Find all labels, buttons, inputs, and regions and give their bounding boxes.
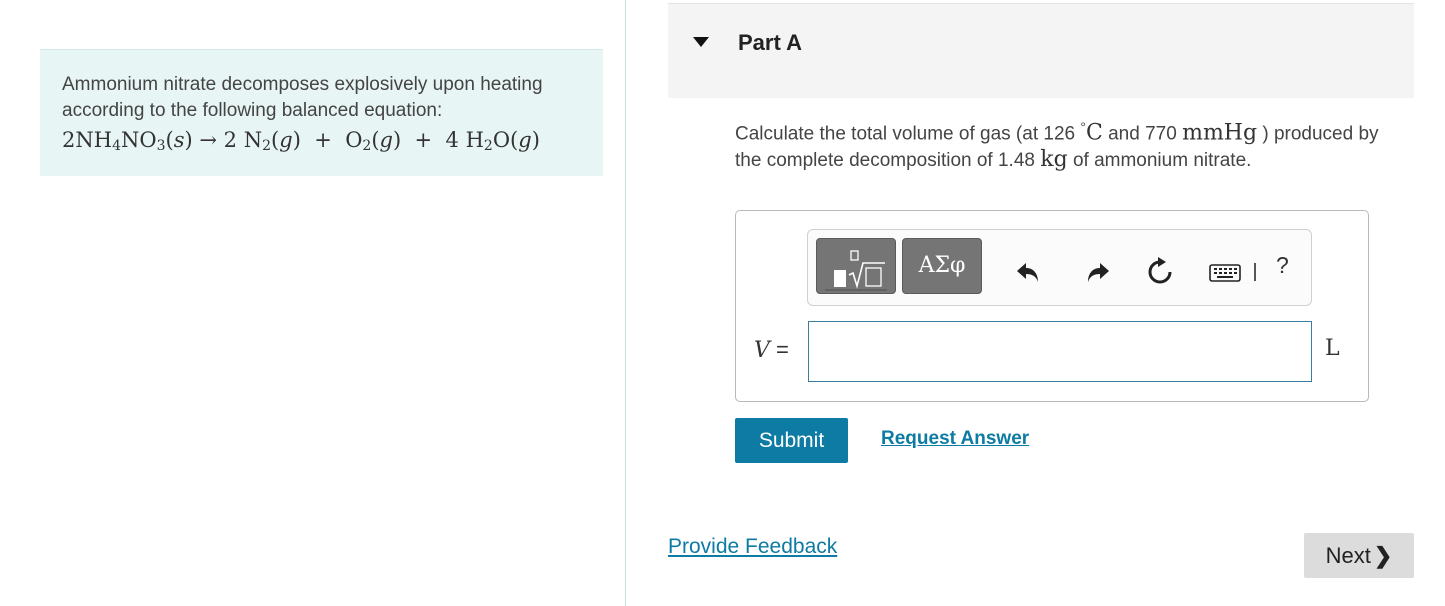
- question-text: Calculate the total volume of gas (at 12…: [735, 114, 1395, 174]
- question-fragment: of ammonium nitrate.: [1067, 150, 1252, 172]
- submit-button[interactable]: Submit: [735, 418, 848, 463]
- next-label: Next: [1325, 542, 1371, 568]
- keyboard-icon[interactable]: [1206, 256, 1246, 288]
- templates-button[interactable]: [816, 238, 896, 294]
- variable-label: V =: [754, 337, 789, 363]
- eq-coef: 4: [445, 128, 459, 152]
- eq-state: s: [173, 128, 185, 152]
- unit-label: L: [1325, 336, 1340, 361]
- problem-intro: Ammonium nitrate decomposes explosively …: [40, 49, 603, 176]
- help-button[interactable]: ?: [1276, 252, 1289, 279]
- balanced-equation: 2NH4NO3(s) → 2 N2(g) + O2(g) + 4 H2O(g): [62, 128, 540, 154]
- variable-symbol: V: [754, 338, 770, 363]
- question-fragment: Calculate the total volume of gas (at 12…: [735, 123, 1081, 145]
- collapse-caret-icon[interactable]: [693, 37, 709, 47]
- pressure-unit: mmHg: [1182, 120, 1258, 146]
- eq-plus: +: [314, 128, 332, 152]
- eq-text: O: [345, 128, 363, 152]
- eq-text: N: [243, 128, 263, 152]
- provide-feedback-link[interactable]: Provide Feedback: [668, 535, 837, 559]
- eq-state: g: [279, 128, 293, 152]
- eq-coef: 2: [62, 128, 76, 152]
- math-toolbar: ΑΣφ ?: [807, 229, 1312, 306]
- reset-icon[interactable]: [1144, 256, 1176, 288]
- eq-sub: 3: [156, 138, 166, 154]
- eq-text: H: [465, 128, 484, 152]
- part-title: Part A: [738, 30, 802, 55]
- eq-sub: 2: [362, 138, 372, 154]
- panel-divider: [625, 0, 626, 606]
- template-square-icon: [834, 270, 846, 287]
- chevron-right-icon: ❯: [1373, 542, 1393, 568]
- eq-text: NO: [121, 128, 157, 152]
- eq-sub: 2: [483, 138, 493, 154]
- eq-state: g: [379, 128, 393, 152]
- greek-label: ΑΣφ: [918, 253, 966, 278]
- answer-input[interactable]: [808, 321, 1312, 382]
- intro-text: Ammonium nitrate decomposes explosively …: [62, 74, 543, 121]
- question-fragment: and 770: [1102, 123, 1183, 145]
- eq-sub: 4: [112, 138, 121, 154]
- eq-sub: 2: [262, 138, 272, 154]
- eq-state: g: [518, 128, 532, 152]
- eq-arrow: →: [199, 128, 217, 152]
- request-answer-link[interactable]: Request Answer: [881, 428, 1029, 450]
- greek-symbols-button[interactable]: ΑΣφ: [902, 238, 982, 294]
- toolbar-separator: [1254, 263, 1256, 281]
- mass-unit: kg: [1040, 147, 1068, 173]
- eq-coef: 2: [223, 128, 238, 152]
- part-a-header[interactable]: Part A: [668, 3, 1414, 98]
- temperature-unit: C: [1085, 120, 1103, 146]
- eq-text: O: [492, 128, 511, 152]
- equals-sign: =: [769, 337, 789, 362]
- undo-icon[interactable]: [1013, 256, 1045, 288]
- redo-icon[interactable]: [1081, 256, 1113, 288]
- sqrt-template-icon: [848, 250, 885, 289]
- eq-plus: +: [414, 128, 433, 152]
- answer-box: ΑΣφ ? V = L: [735, 210, 1369, 402]
- button-underline: [825, 289, 887, 291]
- next-button[interactable]: Next ❯: [1304, 533, 1414, 578]
- eq-text: NH: [75, 128, 113, 152]
